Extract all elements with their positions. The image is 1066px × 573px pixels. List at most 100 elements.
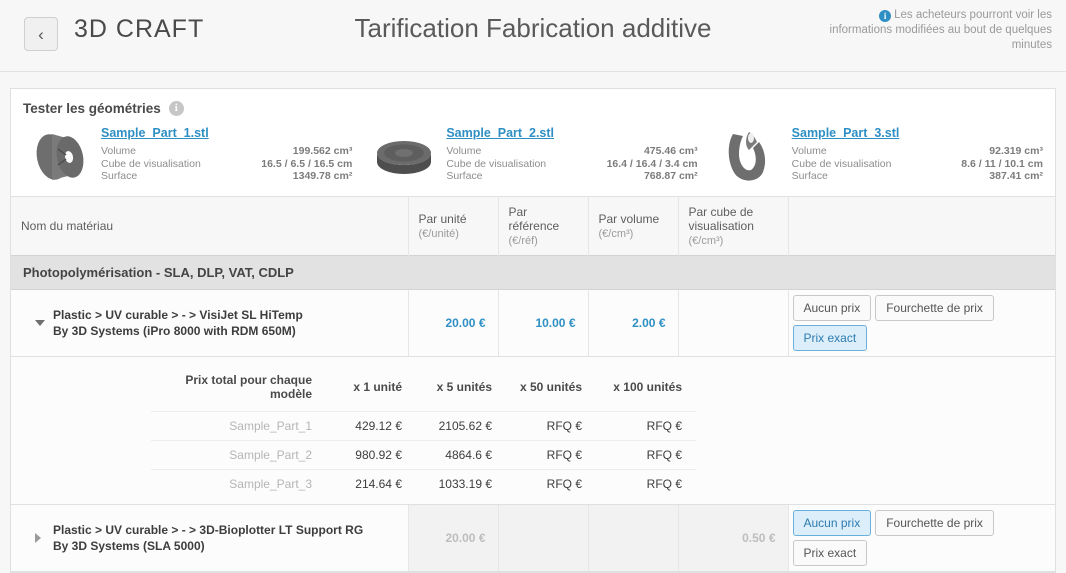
geometry-panel: Tester les géométries i Sample_Part_1.st… (11, 89, 1055, 196)
price-mode-cell: Aucun prix Fourchette de prix Prix exact (787, 504, 1055, 572)
total-price-table: Prix total pour chaque modèle x 1 unité … (11, 365, 1055, 498)
table-row[interactable]: Plastic > UV curable > - > 3D-Bioplotter… (11, 504, 1055, 572)
detail-model-name: Sample_Part_1 (151, 411, 326, 441)
table-row: Sample_Part_2 980.92 € 4864.6 € RFQ € RF… (11, 440, 1055, 470)
column-label: Par volume (598, 212, 660, 226)
spec-label-bbox: Cube de visualisation (446, 157, 547, 170)
spacer-cell (11, 365, 151, 412)
table-header-row: Nom du matériau Par unité (€/unité) Par … (11, 196, 1055, 256)
detail-price-qty-1: 429.12 € (326, 411, 416, 441)
detail-price-qty-5: 4864.6 € (416, 440, 506, 470)
back-button[interactable]: ‹ (24, 17, 58, 51)
price-mode-group: Aucun prix Fourchette de prix Prix exact (792, 295, 1017, 351)
spec-value-surface: 387.41 cm² (989, 170, 1043, 182)
material-text: Plastic > UV curable > - > 3D-Bioplotter… (31, 522, 400, 554)
exact-price-button[interactable]: Prix exact (792, 540, 868, 566)
detail-price-qty-50: RFQ € (506, 411, 596, 441)
column-header-per-reference: Par référence (€/réf) (497, 196, 588, 256)
table-row: Sample_Part_1 429.12 € 2105.62 € RFQ € R… (11, 411, 1055, 441)
spec-value-bbox: 16.4 / 16.4 / 3.4 cm (606, 157, 698, 170)
geometry-info: Sample_Part_2.stl Volume 475.46 cm³ Cube … (438, 126, 705, 183)
material-group-title: Photopolymérisation - SLA, DLP, VAT, CDL… (11, 255, 1055, 290)
geometry-item: Sample_Part_3.stl Volume 92.319 cm³ Cube … (706, 122, 1051, 188)
spec-value-surface: 768.87 cm² (643, 170, 698, 182)
detail-model-name: Sample_Part_2 (151, 440, 326, 470)
material-name-cell[interactable]: Plastic > UV curable > - > VisiJet SL Hi… (11, 289, 408, 357)
spec-label-surface: Surface (101, 170, 138, 182)
part-name-link[interactable]: Sample_Part_3.stl (792, 126, 1043, 140)
geometry-specs: Volume 199.562 cm³ Cube de visualisation 1… (101, 145, 352, 183)
column-header-per-unit: Par unité (€/unité) (407, 196, 498, 256)
info-icon: i (879, 10, 892, 22)
price-range-button[interactable]: Fourchette de prix (875, 295, 994, 321)
detail-header-qty-50: x 50 unités (519, 380, 582, 394)
app-header: ‹ 3D CRAFT Tarification Fabrication addi… (0, 0, 1066, 72)
material-name-cell[interactable]: Plastic > UV curable > - > 3D-Bioplotter… (11, 504, 408, 572)
triangle-right-icon[interactable] (35, 533, 41, 543)
geometry-info: Sample_Part_1.stl Volume 199.562 cm³ Cube… (93, 126, 360, 183)
column-label: Par cube de visualisation (688, 205, 754, 233)
spec-label-volume: Volume (446, 145, 482, 157)
column-sublabel: (€/réf) (508, 235, 538, 247)
no-price-button[interactable]: Aucun prix (792, 510, 872, 536)
column-sublabel: (€/unité) (418, 228, 459, 240)
detail-price-qty-50: RFQ € (506, 469, 596, 498)
bracket-thumbnail (716, 126, 784, 188)
column-header-material: Nom du matériau (11, 197, 408, 256)
geometry-specs: Volume 475.46 cm³ Cube de visualisation 16… (446, 145, 697, 183)
detail-price-qty-100: RFQ € (596, 411, 696, 441)
chevron-left-icon: ‹ (38, 24, 44, 44)
spec-label-surface: Surface (446, 170, 483, 182)
header-note-text: Les acheteurs pourront voir les informat… (829, 9, 1052, 51)
triangle-down-icon[interactable] (35, 320, 45, 326)
price-per-volume (587, 504, 678, 572)
material-vendor: By 3D Systems (SLA 5000) (53, 539, 205, 553)
spec-label-volume: Volume (791, 145, 827, 157)
wheel-thumbnail (25, 126, 93, 188)
column-header-per-cube: Par cube de visualisation (€/cm³) (677, 196, 788, 256)
spacer-cell (696, 412, 1055, 441)
column-sublabel: (€/cm³) (688, 235, 724, 247)
price-per-reference: 10.00 € (497, 289, 588, 357)
column-header-actions (787, 196, 1055, 256)
price-per-unit: 20.00 € (407, 289, 498, 357)
spacer-cell (11, 470, 151, 499)
spacer-cell (696, 441, 1055, 470)
geometry-panel-title: Tester les géométries i (11, 99, 1055, 122)
no-price-button[interactable]: Aucun prix (792, 295, 872, 321)
material-group-row: Photopolymérisation - SLA, DLP, VAT, CDL… (11, 255, 1055, 290)
header-note: i Les acheteurs pourront voir les informa… (820, 8, 1052, 53)
spacer-cell (696, 470, 1055, 499)
geometry-specs: Volume 92.319 cm³ Cube de visualisation 8.… (792, 145, 1043, 183)
detail-price-qty-1: 980.92 € (326, 440, 416, 470)
detail-header-qty-5: x 5 unités (436, 380, 492, 394)
price-per-cube: 0.50 € (677, 504, 788, 572)
detail-price-qty-50: RFQ € (506, 440, 596, 470)
price-mode-group: Aucun prix Fourchette de prix Prix exact (792, 510, 1017, 566)
detail-header-qty-100: x 100 unités (613, 380, 682, 394)
detail-price-qty-5: 2105.62 € (416, 411, 506, 441)
detail-price-qty-100: RFQ € (596, 469, 696, 498)
part-name-link[interactable]: Sample_Part_1.stl (101, 126, 352, 140)
pricing-card: Tester les géométries i Sample_Part_1.st… (10, 88, 1056, 573)
part-name-link[interactable]: Sample_Part_2.stl (446, 126, 697, 140)
detail-model-name: Sample_Part_3 (151, 469, 326, 498)
geometry-item: Sample_Part_2.stl Volume 475.46 cm³ Cube … (360, 122, 705, 188)
price-per-unit: 20.00 € (407, 504, 498, 572)
spec-value-volume: 475.46 cm³ (643, 145, 698, 157)
material-detail-cell: Prix total pour chaque modèle x 1 unité … (11, 356, 1055, 505)
geometry-list: Sample_Part_1.stl Volume 199.562 cm³ Cube… (11, 122, 1055, 188)
exact-price-button[interactable]: Prix exact (792, 325, 868, 351)
table-row[interactable]: Plastic > UV curable > - > VisiJet SL Hi… (11, 289, 1055, 357)
spec-label-surface: Surface (791, 170, 828, 182)
total-price-header-row: Prix total pour chaque modèle x 1 unité … (11, 365, 1055, 412)
detail-header-qty-1: x 1 unité (353, 380, 402, 394)
detail-header-label: Prix total pour chaque modèle (185, 373, 312, 401)
price-range-button[interactable]: Fourchette de prix (875, 510, 994, 536)
material-title: Plastic > UV curable > - > VisiJet SL Hi… (53, 308, 303, 322)
material-title: Plastic > UV curable > - > 3D-Bioplotter… (53, 523, 364, 537)
price-per-volume: 2.00 € (587, 289, 678, 357)
column-header-per-volume: Par volume (€/cm³) (587, 196, 678, 256)
spacer-cell (696, 365, 1055, 412)
spec-label-bbox: Cube de visualisation (101, 157, 201, 170)
